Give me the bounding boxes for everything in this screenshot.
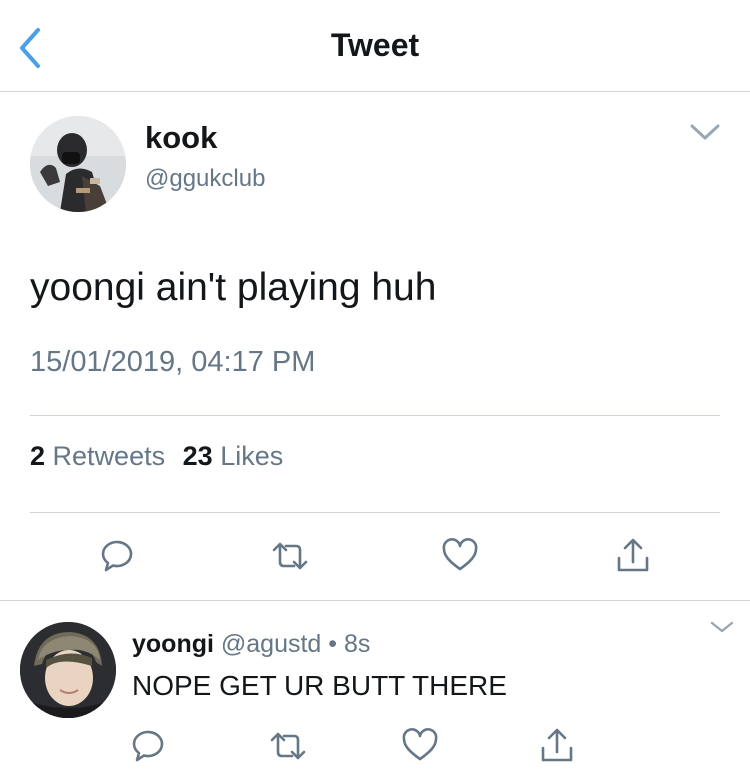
tweet-menu-button[interactable]: [688, 120, 722, 144]
share-button[interactable]: [613, 536, 653, 576]
reply-icon: [101, 540, 133, 572]
reply-header: yoongi @agustd • 8s: [132, 630, 370, 659]
divider: [30, 512, 720, 513]
like-icon: [402, 728, 438, 761]
reply-share-button[interactable]: [537, 726, 577, 766]
author-avatar[interactable]: [30, 116, 126, 212]
retweet-icon: [270, 732, 306, 760]
retweet-icon: [272, 542, 308, 570]
divider: [30, 415, 720, 416]
reply-retweet-button[interactable]: [268, 726, 308, 766]
retweets-stat[interactable]: 2 Retweets: [30, 441, 165, 472]
reply-separator: •: [328, 630, 338, 658]
reply-icon: [132, 730, 164, 762]
share-icon: [541, 728, 573, 762]
share-icon: [617, 538, 649, 572]
reply-button[interactable]: [97, 536, 137, 576]
reply-menu-button[interactable]: [708, 618, 736, 636]
tweet-text: yoongi ain't playing huh: [30, 266, 437, 309]
likes-count: 23: [182, 441, 213, 471]
tweet-timestamp: 15/01/2019, 04:17 PM: [30, 346, 316, 378]
navigation-bar: Tweet: [0, 0, 750, 92]
chevron-down-icon: [710, 621, 734, 633]
divider: [0, 600, 750, 601]
retweets-count: 2: [30, 441, 46, 471]
author-name[interactable]: kook: [145, 120, 217, 156]
reply-text: NOPE GET UR BUTT THERE: [132, 670, 507, 701]
reply-like-button[interactable]: [400, 726, 440, 766]
reply-time: 8s: [344, 630, 371, 658]
author-avatar-image: [30, 116, 126, 212]
author-handle[interactable]: @ggukclub: [145, 165, 265, 193]
retweet-button[interactable]: [270, 536, 310, 576]
like-icon: [442, 538, 478, 571]
chevron-down-icon: [690, 124, 720, 140]
reply-reply-button[interactable]: [128, 726, 168, 766]
like-button[interactable]: [440, 536, 480, 576]
likes-label: Likes: [220, 441, 284, 471]
page-title: Tweet: [330, 27, 420, 63]
reply-author-name[interactable]: yoongi: [132, 630, 214, 658]
likes-stat[interactable]: 23 Likes: [183, 441, 284, 472]
tweet-stats: 2 Retweets 23 Likes: [30, 441, 293, 472]
reply-author-avatar-image: [20, 622, 116, 718]
retweets-label: Retweets: [52, 441, 166, 471]
reply-author-avatar[interactable]: [20, 622, 116, 718]
reply-author-handle[interactable]: @agustd: [221, 630, 321, 658]
